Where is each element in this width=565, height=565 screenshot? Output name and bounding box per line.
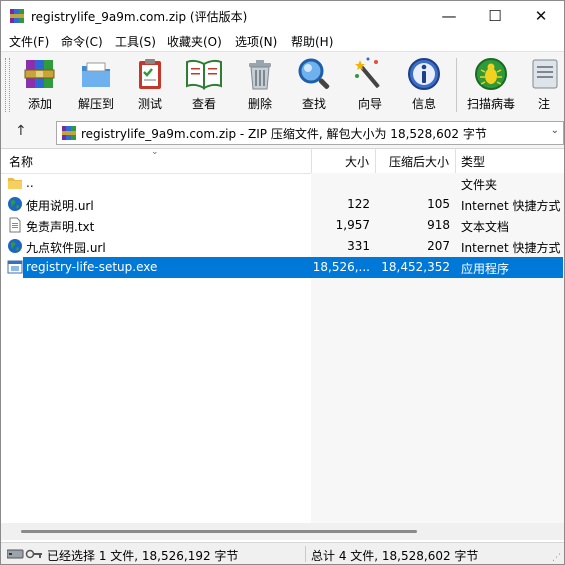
- file-packed-size: 918: [427, 218, 450, 232]
- address-dropdown-icon[interactable]: ⌄: [551, 125, 559, 136]
- virus-scan-icon: [475, 58, 507, 90]
- globe-icon: [8, 239, 22, 253]
- add-button[interactable]: 添加: [19, 56, 61, 114]
- file-name: 免责声明.txt: [26, 220, 95, 234]
- file-name: ..: [26, 176, 34, 190]
- status-bar: 已经选择 1 文件, 18,526,192 字节 总计 4 文件, 18,528…: [1, 542, 564, 564]
- test-clipboard-icon: [139, 59, 161, 89]
- exe-icon: [7, 260, 23, 274]
- list-item[interactable]: .. 文件夹: [1, 173, 564, 194]
- column-packed[interactable]: 压缩后大小: [389, 153, 449, 170]
- toolbar: 添加 解压到 测试 查看 删除 查找 向导 信息 扫描病毒 注: [1, 51, 564, 119]
- drive-key-icon[interactable]: [7, 548, 43, 560]
- column-separator[interactable]: [375, 149, 376, 173]
- folder-icon: [8, 178, 22, 189]
- delete-label: 删除: [247, 97, 272, 111]
- file-type: 应用程序: [461, 262, 510, 276]
- comment-button[interactable]: 注: [527, 56, 561, 114]
- file-size: 122: [347, 197, 370, 211]
- info-label: 信息: [411, 97, 436, 111]
- title-bar: registrylife_9a9m.com.zip (评估版本) — ☐ ✕: [1, 1, 564, 31]
- list-item-selected[interactable]: registry-life-setup.exe 18,526,... 18,45…: [1, 257, 564, 278]
- file-name: 九点软件园.url: [26, 241, 106, 255]
- menu-options[interactable]: 选项(N): [235, 33, 277, 50]
- status-selected: 已经选择 1 文件, 18,526,192 字节: [47, 549, 239, 563]
- view-label: 查看: [191, 97, 216, 111]
- column-name[interactable]: 名称: [9, 153, 33, 170]
- menu-bar: 文件(F) 命令(C) 工具(S) 收藏夹(O) 选项(N) 帮助(H): [1, 31, 564, 51]
- minimize-button[interactable]: —: [426, 1, 472, 31]
- horizontal-scrollbar[interactable]: [1, 523, 564, 540]
- file-name: 使用说明.url: [26, 199, 94, 213]
- magnifier-icon: [298, 58, 330, 89]
- file-list-header: 名称 ⌄ 大小 压缩后大小 类型: [1, 147, 564, 174]
- add-label: 添加: [27, 97, 52, 111]
- winrar-window: registrylife_9a9m.com.zip (评估版本) — ☐ ✕ 文…: [0, 0, 565, 565]
- sort-arrow-icon: ⌄: [151, 147, 159, 157]
- menu-file[interactable]: 文件(F): [9, 33, 49, 50]
- menu-favorites[interactable]: 收藏夹(O): [167, 33, 222, 50]
- menu-help[interactable]: 帮助(H): [291, 33, 333, 50]
- wizard-label: 向导: [357, 97, 382, 111]
- column-separator[interactable]: [455, 149, 456, 173]
- file-list: .. 文件夹 使用说明.url 122 105 Internet 快捷方式 免责…: [1, 173, 564, 278]
- up-folder-icon[interactable]: ↑: [15, 123, 27, 139]
- scrollbar-thumb[interactable]: [21, 530, 417, 533]
- maximize-button[interactable]: ☐: [472, 1, 518, 31]
- status-divider: [305, 546, 306, 562]
- column-type[interactable]: 类型: [461, 153, 485, 170]
- archive-icon: [62, 126, 76, 140]
- extract-to-button[interactable]: 解压到: [71, 56, 121, 114]
- test-button[interactable]: 测试: [129, 56, 171, 114]
- test-label: 测试: [137, 97, 162, 111]
- trash-icon: [249, 60, 271, 90]
- add-archive-icon: [24, 60, 55, 88]
- file-packed-size: 207: [427, 239, 450, 253]
- scan-virus-button[interactable]: 扫描病毒: [463, 56, 519, 114]
- menu-tools[interactable]: 工具(S): [115, 33, 156, 50]
- close-button[interactable]: ✕: [518, 1, 564, 31]
- extract-folder-icon: [82, 62, 110, 87]
- file-size: 331: [347, 239, 370, 253]
- address-bar[interactable]: registrylife_9a9m.com.zip - ZIP 压缩文件, 解包…: [56, 121, 564, 145]
- file-type: 文件夹: [461, 178, 498, 192]
- file-type: Internet 快捷方式: [461, 241, 561, 255]
- globe-icon: [8, 197, 22, 211]
- resize-grip-icon[interactable]: ⋰: [552, 553, 561, 563]
- menu-commands[interactable]: 命令(C): [61, 33, 103, 50]
- column-size[interactable]: 大小: [345, 153, 369, 170]
- address-row: ↑ registrylife_9a9m.com.zip - ZIP 压缩文件, …: [1, 118, 564, 149]
- list-item[interactable]: 免责声明.txt 1,957 918 文本文档: [1, 215, 564, 236]
- file-packed-size: 18,452,352: [381, 260, 450, 274]
- find-button[interactable]: 查找: [293, 56, 335, 114]
- view-button[interactable]: 查看: [183, 56, 225, 114]
- window-title: registrylife_9a9m.com.zip (评估版本): [31, 10, 248, 24]
- toolbar-grip[interactable]: [5, 58, 10, 112]
- winrar-app-icon: [10, 9, 24, 23]
- list-item[interactable]: 九点软件园.url 331 207 Internet 快捷方式: [1, 236, 564, 257]
- wizard-button[interactable]: 向导: [349, 56, 391, 114]
- comment-label: 注: [537, 97, 550, 111]
- file-name: registry-life-setup.exe: [26, 260, 158, 274]
- file-type: 文本文档: [461, 220, 510, 234]
- file-packed-size: 105: [427, 197, 450, 211]
- view-book-icon: [186, 59, 222, 90]
- list-item[interactable]: 使用说明.url 122 105 Internet 快捷方式: [1, 194, 564, 215]
- text-file-icon: [9, 217, 21, 233]
- info-icon: [408, 58, 440, 90]
- file-size: 18,526,...: [312, 260, 370, 274]
- wizard-wand-icon: [355, 57, 380, 88]
- file-size: 1,957: [335, 218, 370, 232]
- delete-button[interactable]: 删除: [239, 56, 281, 114]
- comment-icon: [532, 59, 558, 89]
- address-text: registrylife_9a9m.com.zip - ZIP 压缩文件, 解包…: [81, 127, 487, 141]
- info-button[interactable]: 信息: [403, 56, 445, 114]
- extract-to-label: 解压到: [77, 97, 114, 111]
- status-total: 总计 4 文件, 18,528,602 字节: [311, 549, 479, 563]
- file-type: Internet 快捷方式: [461, 199, 561, 213]
- scan-virus-label: 扫描病毒: [466, 97, 515, 111]
- toolbar-separator: [456, 58, 457, 112]
- column-separator[interactable]: [311, 149, 312, 173]
- find-label: 查找: [301, 97, 326, 111]
